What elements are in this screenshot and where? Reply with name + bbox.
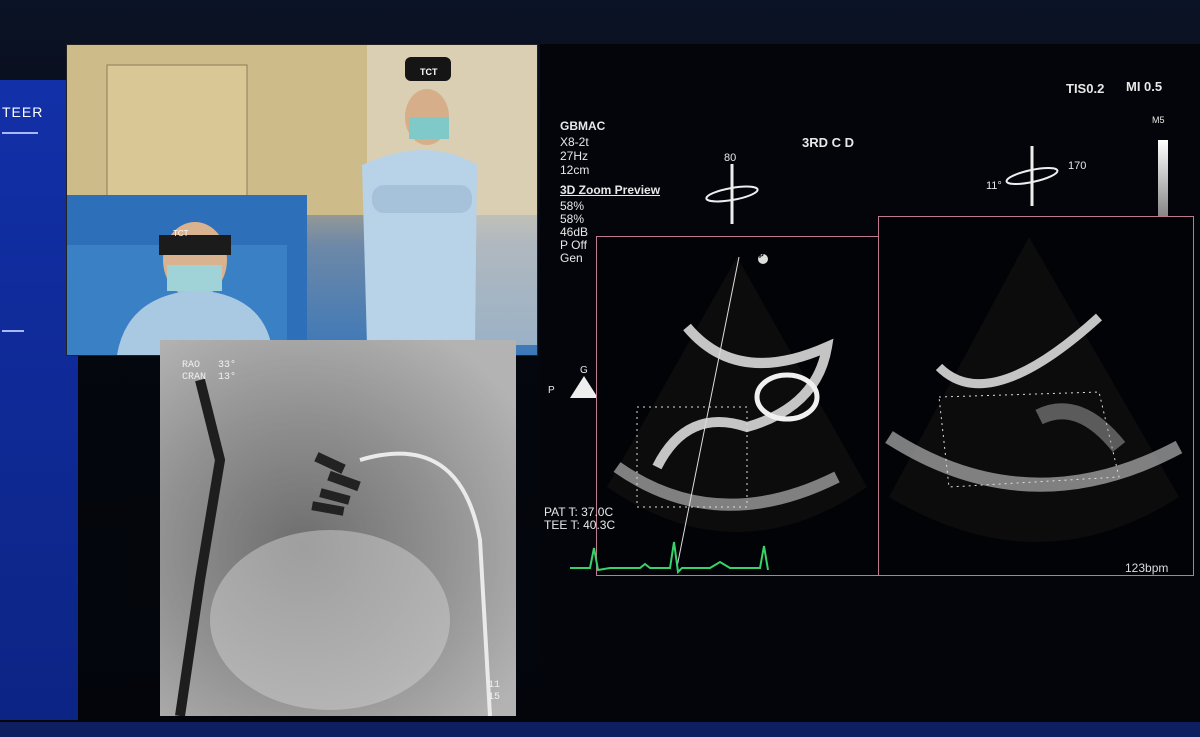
sidebar-divider — [2, 330, 24, 332]
setting-label: 27Hz — [560, 149, 589, 163]
sidebar-title: TEER — [2, 104, 44, 120]
cap-logo: TCT — [420, 67, 438, 77]
frame-number: 15 — [488, 692, 501, 703]
echo-pane-left: P — [596, 236, 880, 576]
setting-label: 12cm — [560, 163, 590, 177]
cap-logo: TCT — [173, 229, 189, 238]
frame-number: 11 — [488, 680, 501, 691]
mode-readout: M5 — [1152, 115, 1165, 125]
cran-label: CRAN — [182, 372, 207, 383]
tis-readout: TIS0.2 — [1066, 81, 1105, 96]
operator-scene — [67, 45, 537, 355]
tee-temp: TEE T: 40.3C — [544, 518, 616, 532]
ecg-trace — [570, 541, 769, 575]
sidebar-divider — [2, 132, 38, 134]
echo-pane-right: 123bpm — [878, 216, 1194, 576]
setting-label: X8-2t — [560, 135, 589, 149]
fluoroscopy-image: RAO 33° CRAN 13° 11 15 — [160, 340, 516, 716]
zoom-value: Gen — [560, 251, 583, 265]
operator-video-feed: TCT TCT — [66, 44, 538, 356]
echo-image-right — [885, 237, 1183, 542]
cran-value: 13° — [218, 372, 237, 383]
echo-image-left — [607, 254, 867, 568]
bottom-bar — [0, 722, 1200, 737]
orientation-g: G — [580, 365, 588, 376]
mi-readout: MI 0.5 — [1126, 79, 1163, 94]
orientation-p: P — [548, 385, 555, 396]
fluoroscopy-scene — [160, 340, 516, 716]
probe-marker: P — [759, 253, 764, 260]
heart-rate: 123bpm — [1125, 561, 1169, 575]
angle-right: 170 — [1068, 160, 1087, 172]
rao-label: RAO — [182, 360, 201, 371]
setting-label: GBMAC — [560, 119, 606, 133]
zoom-preview-title: 3D Zoom Preview — [560, 183, 661, 197]
rao-value: 33° — [218, 360, 237, 371]
echo-display: TIS0.2 MI 0.5 M5 GBMAC X8-2t 27Hz 12cm 3… — [540, 44, 1200, 720]
plane-indicator-icon — [705, 164, 759, 224]
plane-indicator-icon — [1005, 146, 1059, 206]
view-labels: 3RD C D — [802, 135, 855, 150]
